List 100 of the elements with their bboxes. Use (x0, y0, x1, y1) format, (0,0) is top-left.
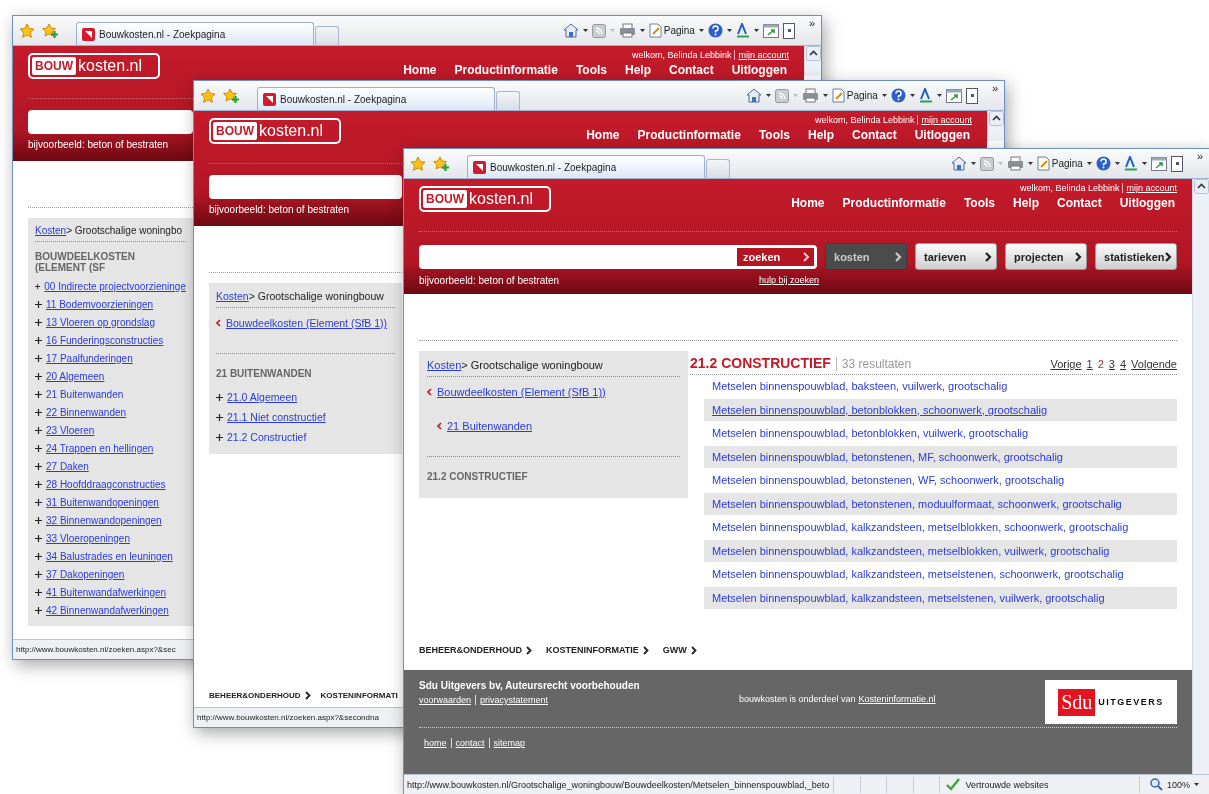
nav-link[interactable]: Productinformatie (454, 63, 558, 77)
back-link[interactable]: Bouwdeelkosten (Element (SfB 1)) (437, 386, 606, 398)
more-tools-chevron[interactable]: » (808, 16, 815, 29)
footer-nav-link[interactable]: KOSTENINFORMATIE (546, 645, 649, 655)
nav-link[interactable]: Help (625, 63, 651, 77)
page-menu-button[interactable]: Pagina (648, 23, 695, 38)
footer-note-link[interactable]: Kosteninformatie.nl (858, 694, 936, 704)
category-tab[interactable]: kosten (825, 243, 907, 270)
nav-link[interactable]: Productinformatie (842, 196, 946, 210)
result-link[interactable]: Metselen binnenspouwblad, kalkzandsteen, metselblokken, vuilwerk, grootschalig (712, 544, 1110, 557)
browser-tab[interactable]: Bouwkosten.nl - Zoekpagina (467, 155, 705, 178)
nav-link[interactable]: Productinformatie (637, 128, 741, 142)
page-link[interactable]: 3 (1108, 358, 1115, 370)
caret-icon[interactable] (909, 94, 915, 97)
panel-icon[interactable] (782, 22, 795, 39)
add-favorite-icon[interactable] (42, 22, 59, 39)
category-link[interactable]: 17 Paalfunderingen (46, 352, 133, 364)
account-link[interactable]: mijn account (917, 115, 972, 125)
search-field[interactable] (419, 244, 737, 269)
popup-window-icon[interactable] (762, 23, 779, 38)
account-link[interactable]: mijn account (1122, 183, 1177, 193)
page-link[interactable]: 2 (1097, 358, 1104, 370)
caret-icon[interactable] (1114, 162, 1120, 165)
next-link[interactable]: Volgende (1131, 358, 1177, 370)
category-link[interactable]: 00 Indirecte projectvoorzieninge (44, 280, 186, 292)
footer-nav-link[interactable]: KOSTENINFORMATI (320, 690, 398, 700)
caret-icon[interactable] (639, 29, 645, 32)
scrollbar[interactable] (804, 46, 821, 76)
category-link[interactable]: 31 Buitenwandopeningen (46, 496, 159, 508)
nav-link[interactable]: Uitloggen (1119, 196, 1175, 210)
nav-link[interactable]: Uitloggen (731, 63, 787, 77)
category-link[interactable]: 42 Binnenwandafwerkingen (46, 604, 169, 616)
previous-link[interactable]: Vorige (1050, 358, 1082, 370)
nav-link[interactable]: Tools (575, 63, 607, 77)
popup-window-icon[interactable] (1150, 156, 1167, 171)
result-link[interactable]: Metselen binnenspouwblad, betonstenen, MF, schoonwerk, grootschalig (712, 450, 1063, 463)
search-field[interactable] (28, 110, 193, 134)
site-logo[interactable]: BOUW kosten.nl (209, 118, 341, 144)
print-icon[interactable] (618, 23, 636, 38)
search-help-link[interactable]: hulp bij zoeken (758, 275, 819, 286)
nav-link[interactable]: Contact (1057, 196, 1102, 210)
category-link[interactable]: 21.0 Algemeen (227, 391, 298, 403)
nav-link[interactable]: Home (403, 63, 437, 77)
nav-link[interactable]: Tools (758, 128, 790, 142)
category-link[interactable]: 34 Balustrades en leuningen (46, 550, 173, 562)
add-favorite-icon[interactable] (223, 87, 240, 104)
help-icon[interactable] (1095, 156, 1111, 171)
category-link[interactable]: 21.1 Niet constructief (227, 411, 326, 423)
back-link[interactable]: 21 Buitenwanden (447, 420, 532, 432)
help-icon[interactable] (707, 23, 723, 38)
category-link[interactable]: 21 Buitenwanden (46, 388, 124, 400)
category-tab[interactable]: statistieken (1095, 243, 1177, 270)
category-link[interactable]: 24 Trappen en hellingen (46, 442, 154, 454)
caret-icon[interactable] (822, 94, 828, 97)
account-link[interactable]: mijn account (734, 50, 789, 60)
result-link[interactable]: Metselen binnenspouwblad, betonstenen, WF, schoonwerk, grootschalig (712, 474, 1065, 487)
category-link[interactable]: 11 Bodemvoorzieningen (46, 298, 154, 310)
caret-icon[interactable] (582, 29, 588, 32)
nav-link[interactable]: Uitloggen (914, 128, 970, 142)
style-icon[interactable] (735, 23, 750, 38)
footer-link[interactable]: sitemap (488, 738, 526, 748)
more-tools-chevron[interactable]: » (991, 81, 998, 94)
caret-icon[interactable] (1141, 162, 1147, 165)
caret-icon[interactable] (698, 29, 704, 32)
caret-icon[interactable] (936, 94, 942, 97)
caret-icon[interactable] (970, 162, 976, 165)
panel-icon[interactable] (1170, 155, 1183, 172)
style-icon[interactable] (918, 88, 933, 103)
nav-link[interactable]: Home (586, 128, 620, 142)
browser-tab[interactable]: Bouwkosten.nl - Zoekpagina (76, 22, 314, 45)
caret-icon[interactable] (765, 94, 771, 97)
nav-link[interactable]: Home (791, 196, 825, 210)
home-icon[interactable] (950, 156, 967, 171)
popup-window-icon[interactable] (945, 88, 962, 103)
caret-icon[interactable] (1027, 162, 1033, 165)
caret-icon[interactable] (1086, 162, 1092, 165)
breadcrumb-link[interactable]: Kosten (216, 290, 249, 302)
help-icon[interactable] (890, 88, 906, 103)
nav-link[interactable]: Help (808, 128, 834, 142)
result-link[interactable]: Metselen binnenspouwblad, betonstenen, moduulformaat, schoonwerk, grootschalig (712, 497, 1122, 510)
site-logo[interactable]: BOUW kosten.nl (419, 186, 551, 212)
panel-icon[interactable] (965, 87, 978, 104)
scrollbar[interactable] (987, 111, 1004, 141)
star-icon[interactable] (200, 87, 216, 104)
star-icon[interactable] (410, 155, 426, 172)
page-link[interactable]: 4 (1120, 358, 1127, 370)
nav-link[interactable]: Tools (963, 196, 995, 210)
result-link[interactable]: Metselen binnenspouwblad, betonblokken, vuilwerk, grootschalig (712, 427, 1029, 440)
search-field[interactable] (209, 175, 402, 199)
category-link[interactable]: 21.2 Constructief (227, 431, 307, 443)
result-link[interactable]: Metselen binnenspouwblad, kalkzandsteen, metselstenen, schoonwerk, grootschalig (712, 568, 1124, 581)
result-link[interactable]: Metselen binnenspouwblad, baksteen, vuilwerk, grootschalig (712, 380, 1008, 393)
style-icon[interactable] (1123, 156, 1138, 171)
more-tools-chevron[interactable]: » (1196, 149, 1203, 162)
footer-nav-link[interactable]: BEHEER&ONDERHOUD (209, 690, 311, 700)
caret-icon[interactable] (753, 29, 759, 32)
legal-link[interactable]: privacystatement (475, 695, 549, 705)
legal-link[interactable]: voorwaarden (419, 695, 472, 705)
category-link[interactable]: 20 Algemeen (46, 370, 105, 382)
back-link[interactable]: Bouwdeelkosten (Element (SfB 1)) (226, 317, 388, 329)
